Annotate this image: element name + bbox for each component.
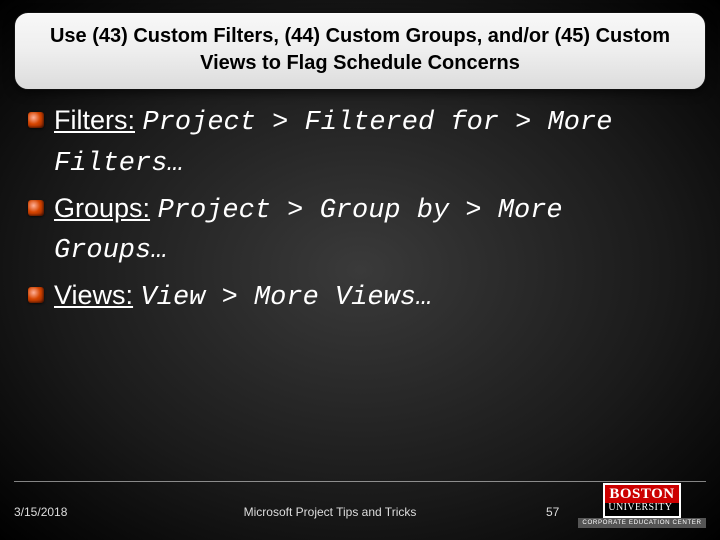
- bullet-item-groups: Groups: Project > Group by > More Groups…: [28, 190, 692, 272]
- slide-body: Filters: Project > Filtered for > More F…: [14, 90, 706, 318]
- item-path: Project > Filtered for > More Filters…: [54, 108, 612, 179]
- logo-line1: BOSTON: [605, 485, 678, 504]
- slide: Use (43) Custom Filters, (44) Custom Gro…: [0, 0, 720, 540]
- bullet-text: Groups: Project > Group by > More Groups…: [54, 190, 692, 272]
- bullet-item-filters: Filters: Project > Filtered for > More F…: [28, 102, 692, 184]
- footer-date: 3/15/2018: [14, 505, 154, 519]
- bullet-icon: [28, 287, 44, 303]
- bullet-text: Views: View > More Views…: [54, 277, 432, 318]
- slide-title: Use (43) Custom Filters, (44) Custom Gro…: [14, 12, 706, 90]
- bullet-item-views: Views: View > More Views…: [28, 277, 692, 318]
- item-label: Views:: [54, 280, 133, 310]
- item-label: Filters:: [54, 105, 135, 135]
- title-text: Use (43) Custom Filters, (44) Custom Gro…: [50, 25, 670, 74]
- bu-logo: BOSTON UNIVERSITY CORPORATE EDUCATION CE…: [578, 483, 706, 528]
- footer-title: Microsoft Project Tips and Tricks: [154, 505, 506, 519]
- item-path: View > More Views…: [141, 283, 433, 313]
- logo-line2: UNIVERSITY: [605, 503, 678, 516]
- bullet-icon: [28, 200, 44, 216]
- bullet-icon: [28, 112, 44, 128]
- bullet-text: Filters: Project > Filtered for > More F…: [54, 102, 692, 184]
- item-label: Groups:: [54, 193, 150, 223]
- logo-bar: CORPORATE EDUCATION CENTER: [578, 518, 706, 528]
